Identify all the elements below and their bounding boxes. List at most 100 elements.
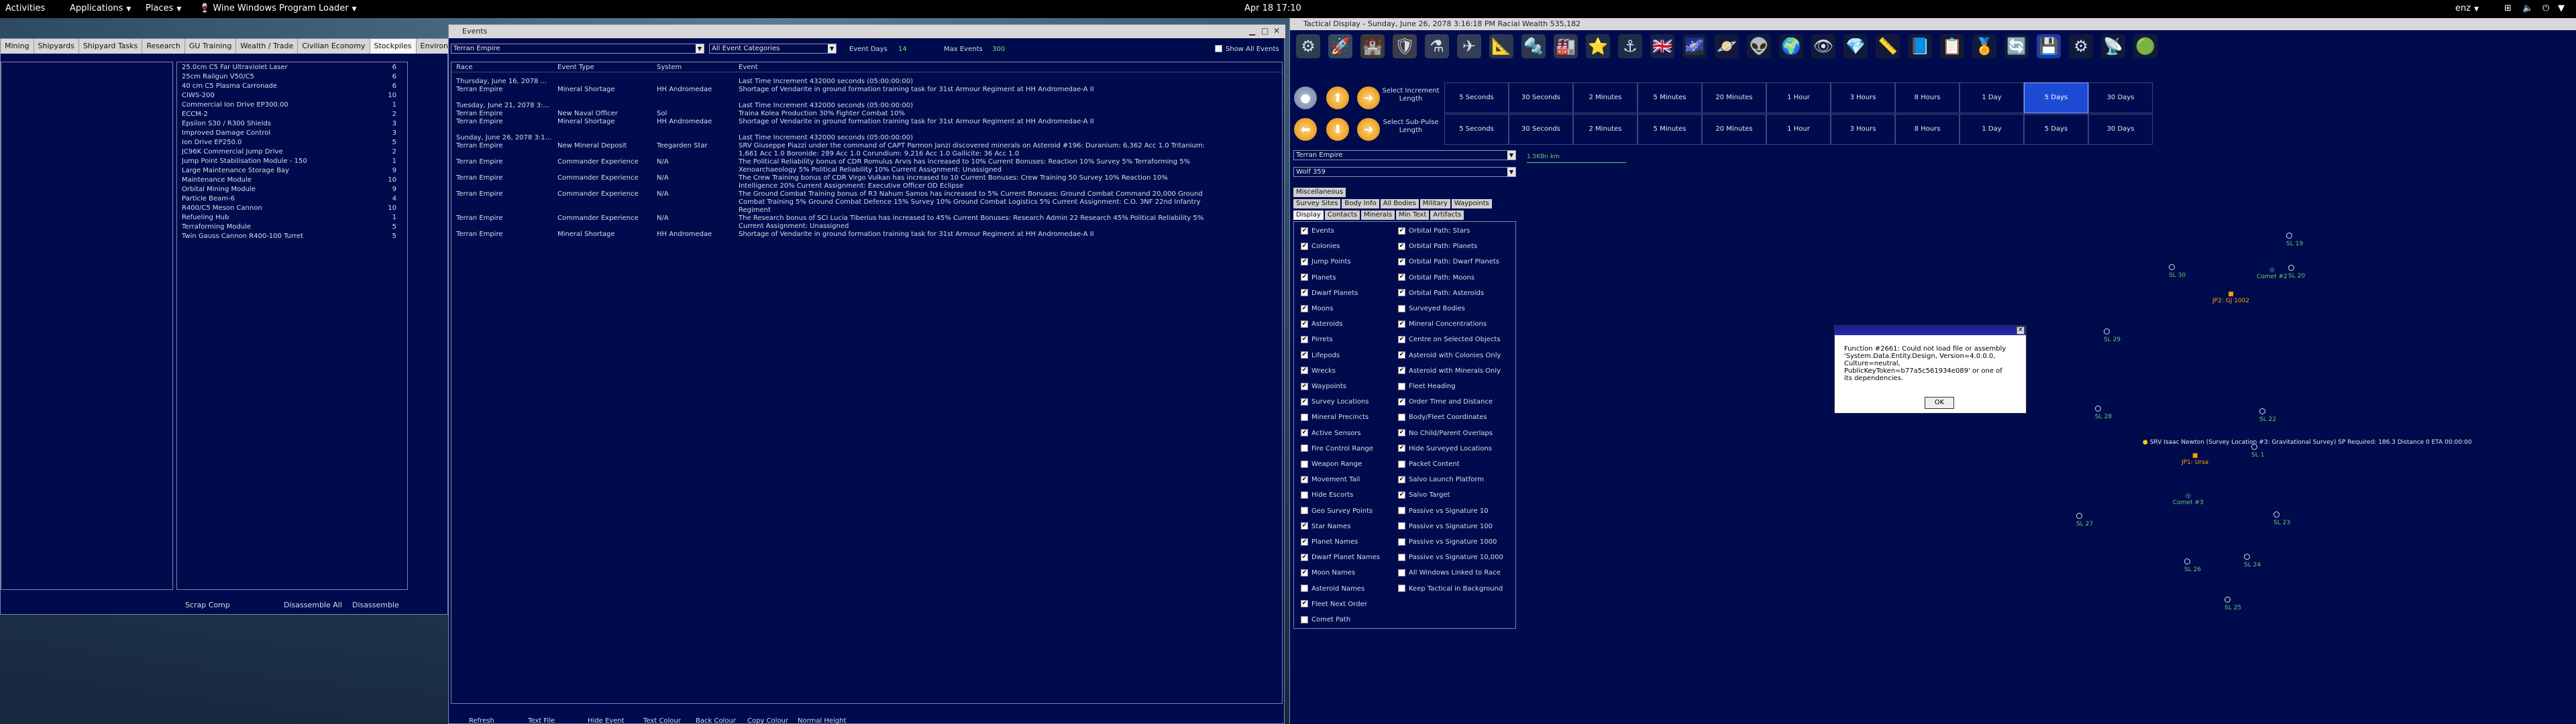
- tab-shipyard-tasks[interactable]: Shipyard Tasks: [79, 39, 143, 54]
- option-pirrets[interactable]: ✔ Pirrets: [1301, 335, 1333, 345]
- option-orbital-path-planets[interactable]: ✔ Orbital Path: Planets: [1398, 242, 1477, 251]
- table-row[interactable]: Terran Empire Commander Experience N/A The …: [451, 215, 1282, 223]
- option-colonies[interactable]: ✔ Colonies: [1301, 242, 1340, 251]
- list-item[interactable]: Large Maintenance Storage Bay 9: [177, 166, 407, 176]
- increment-5-minutes[interactable]: 5 Minutes: [1638, 114, 1702, 145]
- list-item[interactable]: Terraforming Module 5: [177, 223, 407, 232]
- production-icon[interactable]: 🏭: [1552, 33, 1580, 60]
- turret-icon[interactable]: 🔩: [1519, 33, 1548, 60]
- option-fleet-next-order[interactable]: ✔ Fleet Next Order: [1301, 600, 1367, 609]
- option-asteroids[interactable]: ✔ Asteroids: [1301, 320, 1342, 329]
- ship-book-icon[interactable]: 📘: [1906, 33, 1934, 60]
- hide-event-button[interactable]: Hide Event: [588, 717, 625, 724]
- shipyard-icon[interactable]: ⚓: [1616, 33, 1644, 60]
- survey-location[interactable]: SL 25: [2224, 597, 2241, 611]
- list-item[interactable]: Twin Gauss Cannon R400-100 Turret 5: [177, 232, 407, 241]
- list-item[interactable]: Refueling Hub 1: [177, 213, 407, 223]
- tab-display[interactable]: Display: [1293, 210, 1324, 220]
- activities-button[interactable]: Activities: [5, 3, 45, 13]
- chevron-down-icon[interactable]: ▼: [2558, 3, 2565, 13]
- table-row[interactable]: Terran Empire Commander Experience N/A The …: [451, 158, 1282, 166]
- list-item[interactable]: Improved Damage Control 3: [177, 129, 407, 138]
- option-no-child-parent-overlaps[interactable]: ✔ No Child/Parent Overlaps: [1398, 429, 1493, 438]
- table-row[interactable]: Terran Empire Commander Experience N/A The …: [451, 190, 1282, 198]
- increment-8-hours[interactable]: 8 Hours: [1895, 82, 1960, 113]
- table-row[interactable]: Xenoarchaeology 5% Political Reliability…: [451, 166, 1282, 174]
- increment-2-minutes[interactable]: 2 Minutes: [1573, 114, 1638, 145]
- increment-5-seconds[interactable]: 5 Seconds: [1444, 82, 1509, 113]
- option-jump-points[interactable]: ✔ Jump Points: [1301, 257, 1351, 267]
- list-item[interactable]: ECCM-2 2: [177, 110, 407, 119]
- tab-wealth-trade[interactable]: Wealth / Trade: [236, 39, 299, 54]
- increment-30-days[interactable]: 30 Days: [2088, 82, 2153, 113]
- option-planet-names[interactable]: ✔ Planet Names: [1301, 538, 1358, 547]
- increment-30-seconds[interactable]: 30 Seconds: [1509, 82, 1573, 113]
- table-row[interactable]: Combat Training 5% Ground Combat Defence…: [451, 198, 1282, 206]
- circle-icon[interactable]: ●: [1294, 86, 1317, 109]
- option-survey-locations[interactable]: ✔ Survey Locations: [1301, 398, 1368, 407]
- survey-location[interactable]: SL 22: [2259, 408, 2276, 423]
- ok-button[interactable]: OK: [1925, 397, 1954, 409]
- option-orbital-path-asteroids[interactable]: ✔ Orbital Path: Asteroids: [1398, 289, 1484, 298]
- option-mineral-concentrations[interactable]: ✔ Mineral Concentrations: [1398, 320, 1487, 329]
- tab-all-bodies[interactable]: All Bodies: [1380, 199, 1419, 208]
- option-salvo-target[interactable]: ✔ Salvo Target: [1398, 491, 1450, 500]
- tab-contacts[interactable]: Contacts: [1324, 210, 1360, 220]
- text-file-button[interactable]: Text File: [528, 717, 555, 724]
- refresh-button[interactable]: Refresh: [469, 717, 494, 724]
- ground-forces-icon[interactable]: 🛡: [1391, 33, 1419, 60]
- increment-1-hour[interactable]: 1 Hour: [1766, 82, 1831, 113]
- tactical-race-select[interactable]: Terran Empire ▼: [1293, 150, 1516, 160]
- places-menu[interactable]: Places ▼: [146, 3, 181, 13]
- back-colour-button[interactable]: Back Colour: [696, 717, 736, 724]
- table-row[interactable]: [451, 126, 1282, 134]
- power-icon[interactable]: ⏻: [2542, 3, 2549, 13]
- close-icon[interactable]: ✕: [1273, 26, 1280, 36]
- option-body-fleet-coordinates[interactable]: Body/Fleet Coordinates: [1398, 413, 1487, 422]
- survey-location[interactable]: SL 26: [2184, 558, 2201, 573]
- union-jack-icon[interactable]: 🇬🇧: [1648, 33, 1676, 60]
- table-row[interactable]: 1,661 Acc 1.0 Boronide: 289 Acc 1.0 Coru…: [451, 150, 1282, 158]
- list-item[interactable]: R400/C5 Meson Cannon 10: [177, 204, 407, 213]
- sensor-icon[interactable]: 📡: [2099, 33, 2127, 60]
- memo-icon[interactable]: 📋: [1938, 33, 1966, 60]
- option-surveyed-bodies[interactable]: Surveyed Bodies: [1398, 304, 1465, 314]
- table-row[interactable]: Intelligence 20% Current Assignment: Exe…: [451, 182, 1282, 190]
- option-weapon-range[interactable]: Weapon Range: [1301, 460, 1362, 469]
- maximize-icon[interactable]: □: [1261, 26, 1269, 36]
- survey-location[interactable]: SL 19: [2286, 233, 2303, 247]
- table-row[interactable]: Terran Empire Mineral Shortage HH Andromed…: [451, 231, 1282, 239]
- tab-shipyards[interactable]: Shipyards: [34, 39, 79, 54]
- option-wrecks[interactable]: ✔ Wrecks: [1301, 367, 1336, 376]
- tab-survey-sites[interactable]: Survey Sites: [1293, 199, 1341, 208]
- increment-5-seconds[interactable]: 5 Seconds: [1444, 114, 1509, 145]
- table-row[interactable]: Terran Empire New Mineral Deposit Teegarde…: [451, 142, 1282, 150]
- copy-colour-button[interactable]: Copy Colour: [747, 717, 788, 724]
- list-item[interactable]: Particle Beam-6 4: [177, 194, 407, 204]
- fleet-icon[interactable]: 🚀: [1326, 33, 1354, 60]
- max-events-input[interactable]: 300: [992, 46, 1005, 53]
- option-lifepods[interactable]: ✔ Lifepods: [1301, 351, 1340, 361]
- option-asteroid-with-minerals-only[interactable]: ✔ Asteroid with Minerals Only: [1398, 367, 1501, 376]
- language-indicator[interactable]: enz ▼: [2455, 3, 2479, 13]
- ruler-icon[interactable]: 📏: [1874, 33, 1902, 60]
- clock[interactable]: Apr 18 17:10: [1244, 3, 1301, 13]
- list-item[interactable]: 40 cm C5 Plasma Carronade 6: [177, 82, 407, 91]
- tab-gu-training[interactable]: GU Training: [185, 39, 237, 54]
- class-design-icon[interactable]: 📐: [1487, 33, 1515, 60]
- close-icon[interactable]: ✕: [2017, 326, 2025, 335]
- option-movement-tail[interactable]: ✔ Movement Tail: [1301, 475, 1360, 485]
- option-active-sensors[interactable]: ✔ Active Sensors: [1301, 429, 1361, 438]
- option-keep-tactical-in-background[interactable]: Keep Tactical in Background: [1398, 585, 1503, 594]
- option-fire-control-range[interactable]: Fire Control Range: [1301, 444, 1373, 454]
- minerals-icon[interactable]: 💎: [1841, 33, 1870, 60]
- increment-30-seconds[interactable]: 30 Seconds: [1509, 114, 1573, 145]
- table-row[interactable]: Terran Empire Mineral Shortage HH Andromed…: [451, 118, 1282, 126]
- component-stockpile-list[interactable]: 25.0cm C5 Far Ultraviolet Laser 6 25cm Rai…: [176, 62, 408, 590]
- tennis-ball-icon[interactable]: 🟢: [2131, 33, 2159, 60]
- tab-miscellaneous[interactable]: Miscellaneous: [1293, 188, 1346, 197]
- list-item[interactable]: Maintenance Module 10: [177, 176, 407, 185]
- table-row[interactable]: Regiment: [451, 206, 1282, 215]
- tab-military[interactable]: Military: [1419, 199, 1450, 208]
- table-row[interactable]: Terran Empire Mineral Shortage HH Andromed…: [451, 86, 1282, 94]
